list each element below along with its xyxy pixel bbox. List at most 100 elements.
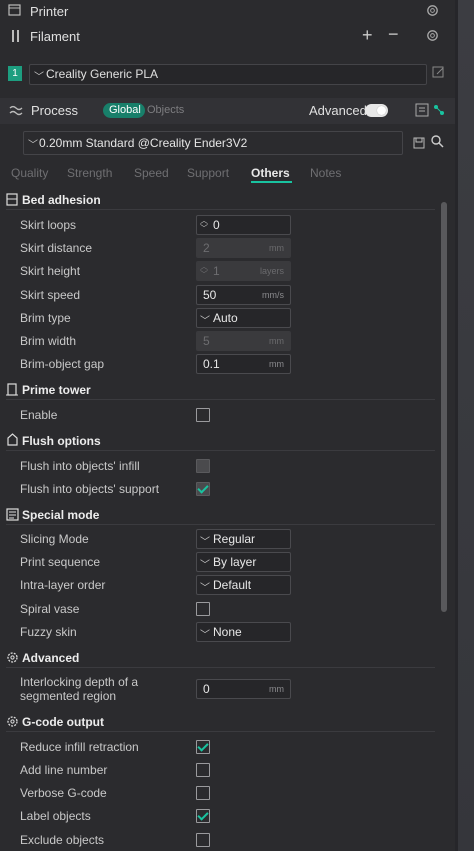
interlocking-depth-input[interactable]: 0 mm: [196, 679, 291, 699]
skirt-distance-unit: mm: [269, 243, 284, 253]
filament-select-value: Creality Generic PLA: [46, 67, 159, 81]
print-sequence-label: Print sequence: [20, 555, 101, 569]
intra-layer-order-select[interactable]: ﹀ Default: [196, 575, 291, 595]
brim-width-value: 5: [203, 334, 210, 348]
spiral-vase-checkbox[interactable]: [196, 602, 210, 616]
label-objects-checkbox[interactable]: [196, 809, 210, 823]
exclude-objects-label: Exclude objects: [20, 833, 105, 847]
chevron-down-icon: ﹀: [34, 72, 44, 83]
brim-type-select[interactable]: ﹀ Auto: [196, 308, 291, 328]
divider: [6, 667, 435, 668]
section-title-advanced: Advanced: [22, 651, 80, 665]
interlocking-depth-label-line1: Interlocking depth of a: [20, 675, 139, 689]
process-header: Process Global Objects Advanced: [0, 98, 455, 124]
filament-label: Filament: [30, 29, 80, 44]
flush-infill-checkbox[interactable]: [196, 459, 210, 473]
skirt-loops-value: 0: [213, 218, 220, 232]
process-icon: [9, 104, 23, 122]
flush-infill-label: Flush into objects' infill: [20, 459, 140, 473]
flush-options-icon: [6, 433, 19, 451]
advanced-switch[interactable]: [365, 104, 388, 117]
tab-others[interactable]: Others: [251, 166, 290, 180]
print-sequence-select[interactable]: ﹀ By layer: [196, 552, 291, 572]
active-tab-underline: [251, 181, 292, 183]
slicing-mode-label: Slicing Mode: [20, 532, 89, 546]
printer-label: Printer: [30, 4, 69, 19]
verbose-gcode-checkbox[interactable]: [196, 786, 210, 800]
global-toggle-label: Global: [109, 104, 141, 116]
skirt-speed-value: 50: [203, 288, 217, 302]
skirt-speed-label: Skirt speed: [20, 288, 81, 302]
brim-width-label: Brim width: [20, 334, 77, 348]
slicing-mode-value: Regular: [213, 532, 256, 546]
skirt-distance-value: 2: [203, 241, 210, 255]
scrollbar-thumb[interactable]: [441, 202, 447, 612]
skirt-loops-spinner[interactable]: ︿ ﹀ 0: [196, 215, 291, 235]
process-label: Process: [31, 103, 78, 118]
save-preset-icon[interactable]: [413, 136, 425, 154]
skirt-loops-label: Skirt loops: [20, 218, 77, 232]
flush-support-checkbox[interactable]: [196, 482, 210, 496]
spinner-arrows-icon[interactable]: ︿ ﹀: [200, 217, 208, 233]
section-title-gcode-output: G-code output: [22, 715, 104, 729]
fuzzy-skin-select[interactable]: ﹀ None: [196, 622, 291, 642]
remove-filament-minus-icon[interactable]: −: [388, 24, 399, 45]
tab-notes[interactable]: Notes: [310, 166, 341, 180]
filament-icon: [10, 29, 22, 48]
spinner-arrows-icon[interactable]: ︿ ﹀: [200, 263, 208, 279]
fuzzy-skin-value: None: [213, 625, 242, 639]
section-title-bed-adhesion: Bed adhesion: [22, 193, 101, 207]
advanced-label: Advanced: [309, 103, 367, 118]
add-filament-plus-icon[interactable]: +: [362, 25, 373, 46]
objects-toggle-label[interactable]: Objects: [147, 104, 184, 116]
interlocking-depth-label-line2: segmented region: [20, 689, 117, 703]
search-icon[interactable]: [431, 135, 444, 153]
reduce-infill-retraction-checkbox[interactable]: [196, 740, 210, 754]
add-line-number-checkbox[interactable]: [196, 763, 210, 777]
print-sequence-value: By layer: [213, 555, 257, 569]
edit-filament-icon[interactable]: [432, 66, 445, 84]
interlocking-depth-unit: mm: [269, 684, 284, 694]
brim-object-gap-value: 0.1: [203, 357, 220, 371]
section-title-prime-tower: Prime tower: [22, 383, 91, 397]
skirt-speed-unit: mm/s: [262, 290, 284, 300]
brim-type-label: Brim type: [20, 311, 71, 325]
divider: [6, 450, 435, 451]
brim-width-input[interactable]: 5 mm: [196, 331, 291, 351]
process-profile-select[interactable]: ﹀ 0.20mm Standard @Creality Ender3V2: [23, 131, 403, 155]
brim-object-gap-input[interactable]: 0.1 mm: [196, 354, 291, 374]
flush-support-label: Flush into objects' support: [20, 482, 160, 496]
divider: [6, 399, 435, 400]
list-view-icon[interactable]: [415, 103, 429, 122]
tab-speed[interactable]: Speed: [134, 166, 169, 180]
slicing-mode-select[interactable]: ﹀ Regular: [196, 529, 291, 549]
divider: [6, 731, 435, 732]
label-objects-label: Label objects: [20, 809, 91, 823]
chevron-down-icon: ﹀: [28, 140, 38, 151]
chevron-down-icon: ﹀: [200, 537, 210, 548]
viewport-edge: [455, 0, 474, 851]
filament-settings-gear-icon[interactable]: [425, 28, 440, 48]
skirt-distance-input[interactable]: 2 mm: [196, 238, 291, 258]
exclude-objects-checkbox[interactable]: [196, 833, 210, 847]
interlocking-depth-value: 0: [203, 682, 210, 696]
chevron-down-icon: ﹀: [200, 583, 210, 594]
tab-support[interactable]: Support: [187, 166, 229, 180]
spiral-vase-label: Spiral vase: [20, 602, 80, 616]
skirt-height-spinner[interactable]: ︿ ﹀ 1 layers: [196, 261, 291, 281]
brim-type-value: Auto: [213, 311, 238, 325]
verbose-gcode-label: Verbose G-code: [20, 786, 107, 800]
section-title-special-mode: Special mode: [22, 508, 100, 522]
brim-object-gap-unit: mm: [269, 359, 284, 369]
skirt-speed-input[interactable]: 50 mm/s: [196, 285, 291, 305]
printer-settings-gear-icon[interactable]: [425, 3, 440, 23]
tab-quality[interactable]: Quality: [11, 166, 48, 180]
compare-presets-icon[interactable]: [432, 103, 446, 122]
filament-select[interactable]: ﹀ Creality Generic PLA: [29, 64, 427, 85]
tab-strength[interactable]: Strength: [67, 166, 112, 180]
skirt-height-value: 1: [213, 264, 220, 278]
process-profile-value: 0.20mm Standard @Creality Ender3V2: [39, 136, 248, 150]
prime-tower-enable-checkbox[interactable]: [196, 408, 210, 422]
section-title-flush-options: Flush options: [22, 434, 101, 448]
chevron-down-icon: ﹀: [200, 560, 210, 571]
